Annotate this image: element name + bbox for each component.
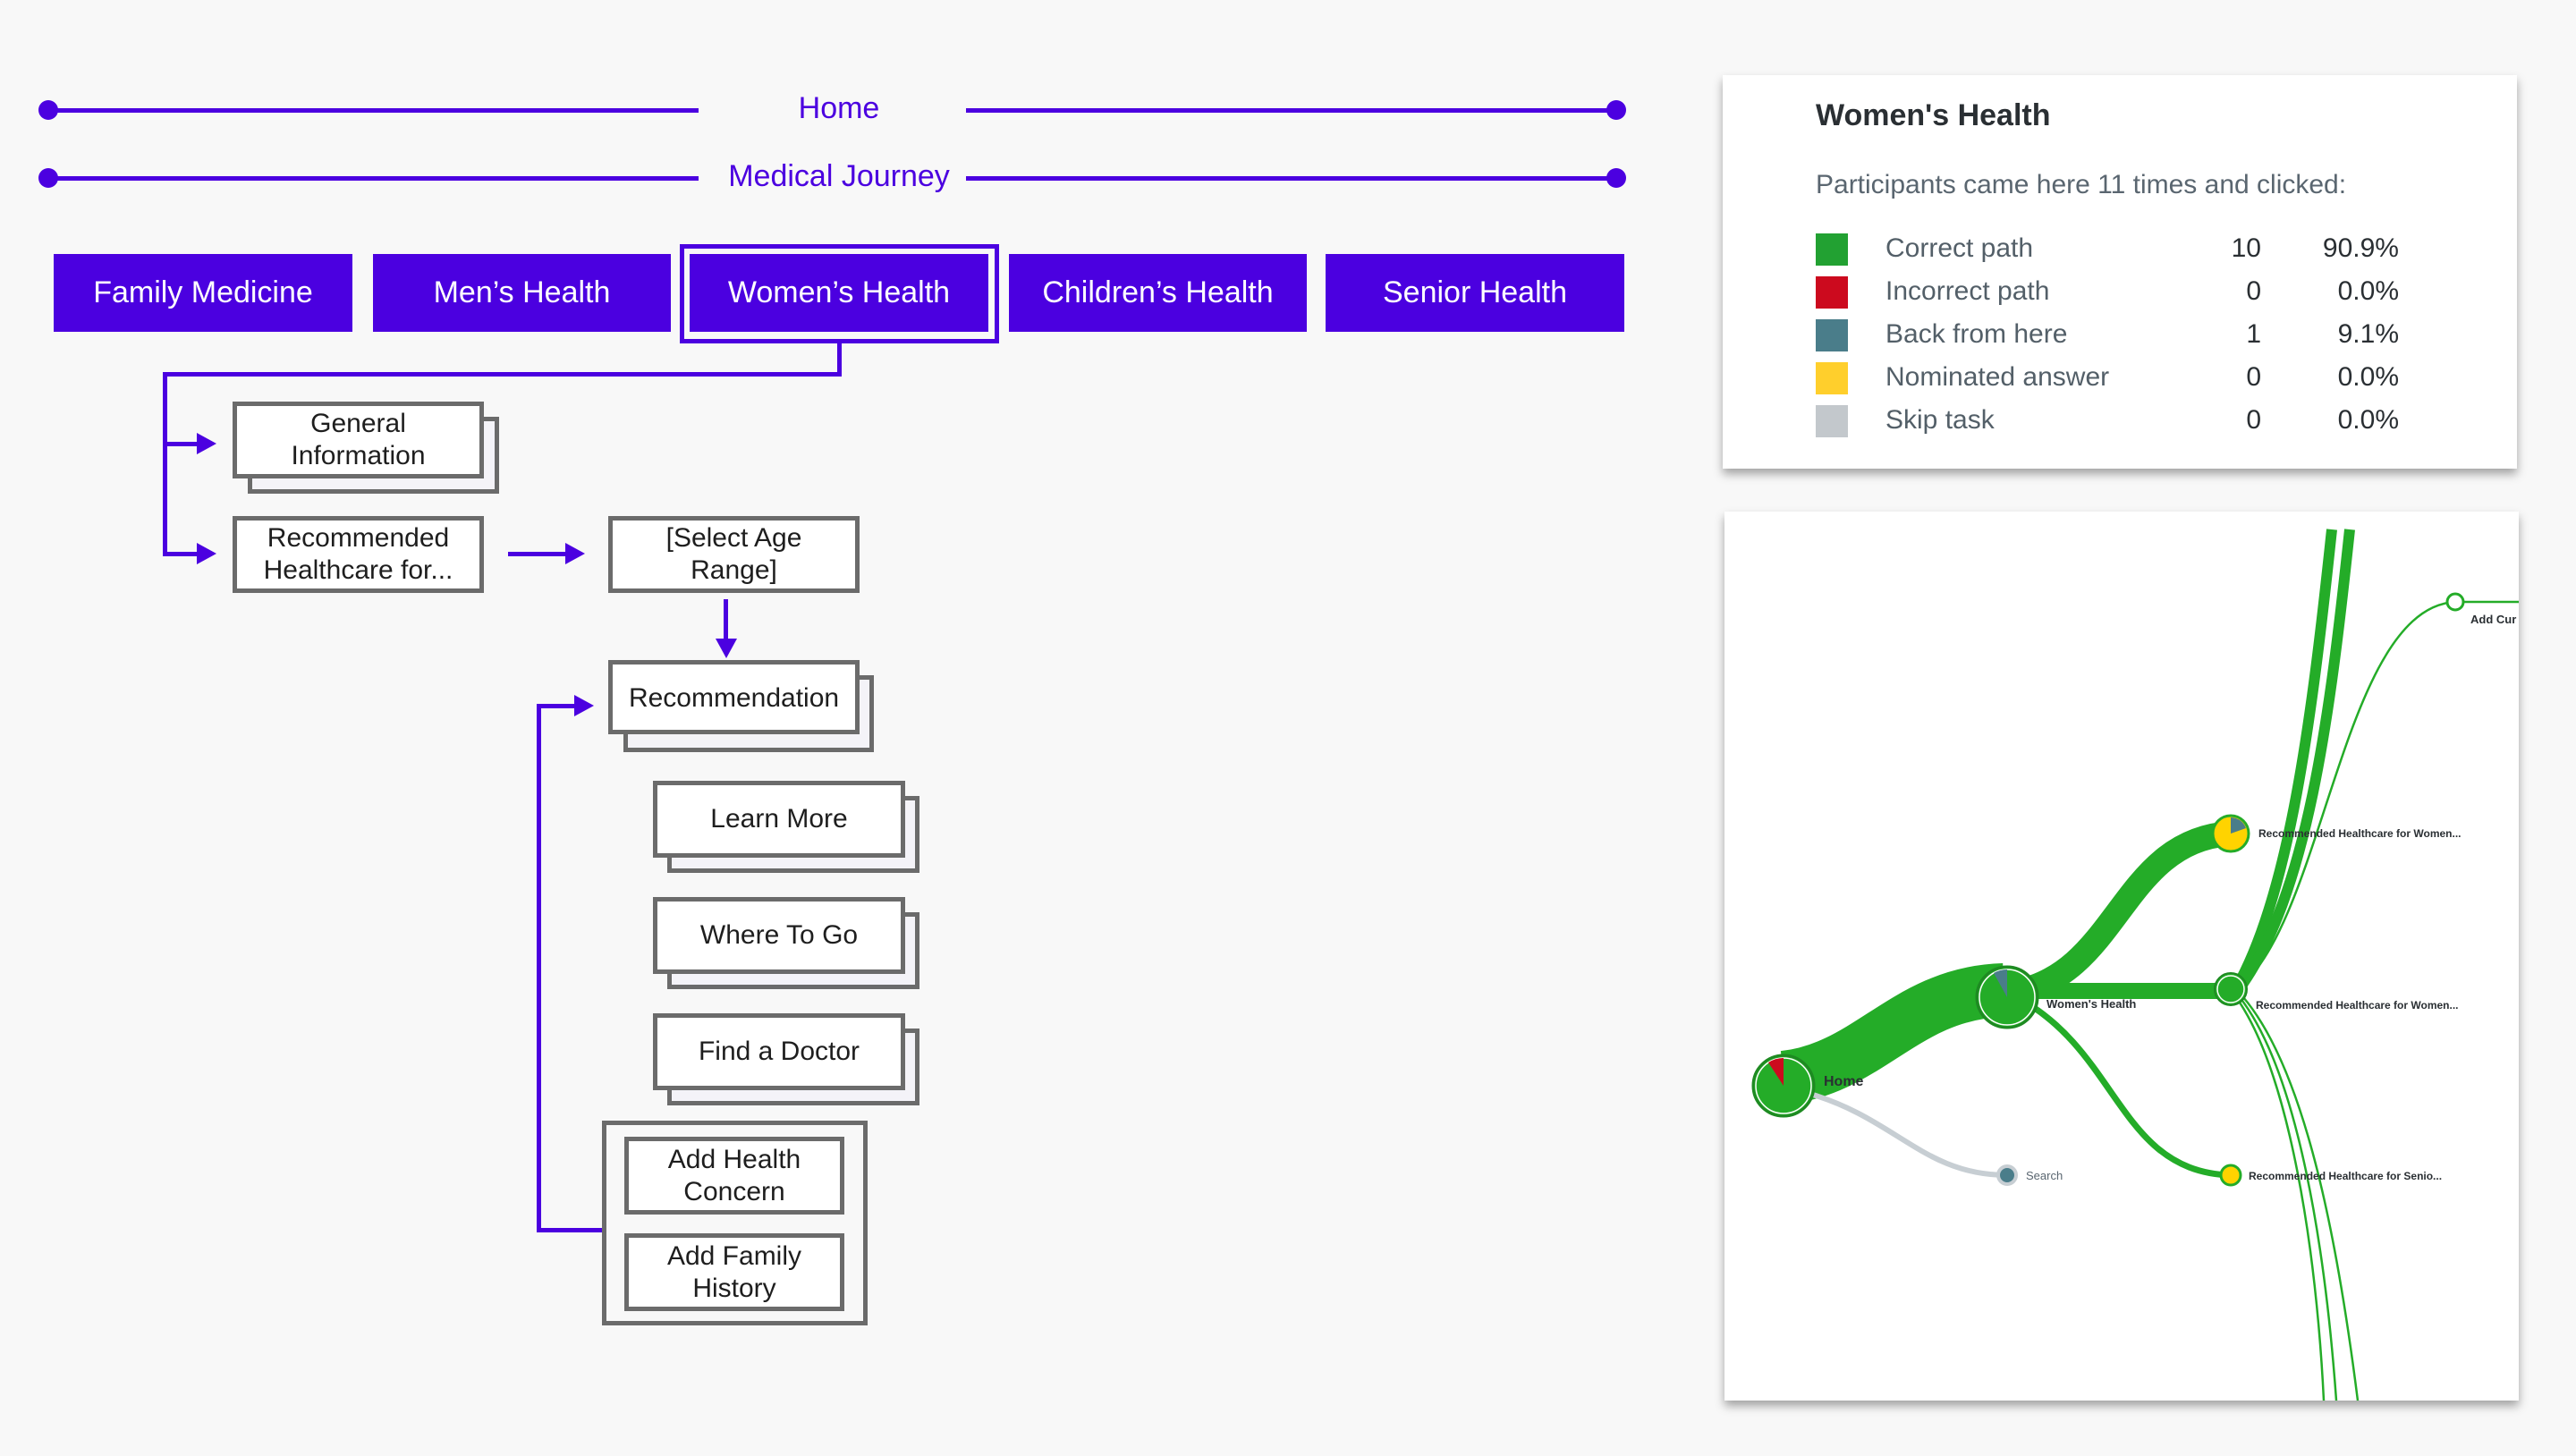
node-add-family-history[interactable]: Add Family History <box>624 1233 844 1311</box>
stats-card: Women's Health Participants came here 11… <box>1723 75 2517 469</box>
node-learn-more[interactable]: Learn More <box>653 781 905 858</box>
incorrect-swatch-icon <box>1816 276 1848 309</box>
back-swatch-icon <box>1816 319 1848 351</box>
stat-count: 10 <box>2231 233 2261 263</box>
stat-label: Back from here <box>1885 319 2068 349</box>
pietree-card: Add Cur Home Women's Health Search Recom… <box>1724 512 2519 1401</box>
connector <box>537 704 541 1232</box>
stat-row-nominated: Nominated answer 0 0.0% <box>1816 360 2442 396</box>
stat-label: Correct path <box>1885 233 2034 263</box>
stat-pct: 0.0% <box>2337 276 2399 306</box>
skip-swatch-icon <box>1816 405 1848 437</box>
connector <box>163 552 199 556</box>
nav-mens-health[interactable]: Men’s Health <box>373 254 671 332</box>
pietree-label-rec-senior: Recommended Healthcare for Senio... <box>2249 1170 2442 1182</box>
stats-title: Women's Health <box>1816 98 2051 132</box>
pietree-label-add-cur: Add Cur <box>2470 613 2516 626</box>
node-label: General Information <box>291 409 426 470</box>
correct-swatch-icon <box>1816 233 1848 266</box>
pietree-branch <box>2242 996 2360 1401</box>
stat-pct: 0.0% <box>2337 362 2399 392</box>
pietree-label-womens-health: Women's Health <box>2046 997 2136 1011</box>
pietree-diagram: Add Cur Home Women's Health Search Recom… <box>1751 529 2519 1401</box>
connector <box>163 372 842 377</box>
node-label: Where To Go <box>699 920 859 950</box>
node-add-health-concern[interactable]: Add Health Concern <box>624 1137 844 1215</box>
stat-pct: 90.9% <box>2322 233 2399 263</box>
arrow-icon <box>574 695 594 716</box>
node-recommended-healthcare[interactable]: Recommended Healthcare for... <box>233 516 484 593</box>
breadcrumb-end-dot <box>1606 168 1626 188</box>
nav-womens-health[interactable]: Women’s Health <box>690 254 988 332</box>
connector <box>508 552 567 556</box>
pietree-label-rec-women-1: Recommended Healthcare for Women... <box>2258 827 2462 840</box>
stat-row-skip: Skip task 0 0.0% <box>1816 403 2442 439</box>
stat-row-correct: Correct path 10 90.9% <box>1816 232 2442 267</box>
pietree-node-rec-women-2[interactable] <box>2214 972 2248 1006</box>
pietree-branch <box>1806 1090 2008 1178</box>
breadcrumb-line-left <box>47 108 699 113</box>
pietree-node-search[interactable] <box>1996 1164 2018 1186</box>
node-general-information[interactable]: General Information <box>233 402 484 478</box>
arrow-icon <box>197 543 216 564</box>
connector <box>724 599 728 640</box>
nav-childrens-health[interactable]: Children’s Health <box>1009 254 1307 332</box>
pietree-branch <box>2020 996 2232 1179</box>
stats-subtitle: Participants came here 11 times and clic… <box>1816 170 2347 199</box>
arrow-icon <box>716 639 737 658</box>
node-label: Find a Doctor <box>698 1037 860 1066</box>
pietree-branch <box>2235 529 2355 992</box>
stat-count: 0 <box>2246 405 2261 435</box>
node-label: Add Family History <box>666 1240 802 1303</box>
connector <box>163 442 199 446</box>
pietree-node-rec-senior[interactable] <box>2219 1164 2242 1187</box>
pietree-label-home: Home <box>1824 1074 1864 1089</box>
pietree-node-add-cur[interactable] <box>2445 592 2465 612</box>
connector <box>537 704 576 708</box>
node-label: Add Health Concern <box>667 1144 801 1206</box>
connector <box>163 372 167 556</box>
stat-row-back: Back from here 1 9.1% <box>1816 317 2442 353</box>
stat-label: Incorrect path <box>1885 276 2050 306</box>
breadcrumb-end-dot <box>1606 100 1626 120</box>
nominated-swatch-icon <box>1816 362 1848 394</box>
node-where-to-go[interactable]: Where To Go <box>653 897 905 974</box>
breadcrumb-medical-journey-label[interactable]: Medical Journey <box>705 159 973 194</box>
arrow-icon <box>565 543 585 564</box>
node-recommendation[interactable]: Recommendation <box>608 660 860 734</box>
stat-label: Skip task <box>1885 405 1995 435</box>
connector <box>537 1228 604 1232</box>
stat-count: 1 <box>2246 319 2261 349</box>
stat-pct: 9.1% <box>2337 319 2399 349</box>
pietree-label-search: Search <box>2026 1169 2063 1182</box>
breadcrumb-line-left <box>47 176 699 181</box>
stat-label: Nominated answer <box>1885 362 2110 392</box>
nav-senior-health[interactable]: Senior Health <box>1326 254 1624 332</box>
node-select-age-range[interactable]: [Select Age Range] <box>608 516 860 593</box>
stat-pct: 0.0% <box>2337 405 2399 435</box>
pietree-branch <box>1779 963 2005 1105</box>
node-find-a-doctor[interactable]: Find a Doctor <box>653 1013 905 1090</box>
pietree-branch <box>2010 821 2233 1005</box>
pietree-label-rec-women-2: Recommended Healthcare for Women... <box>2256 999 2459 1012</box>
node-label: Recommendation <box>628 683 840 713</box>
breadcrumb-line-right <box>966 108 1616 113</box>
breadcrumb-line-right <box>966 176 1616 181</box>
node-label: Recommended Healthcare for... <box>263 523 453 585</box>
nav-family-medicine[interactable]: Family Medicine <box>54 254 352 332</box>
node-label: [Select Age Range] <box>665 523 802 585</box>
arrow-icon <box>197 433 216 454</box>
stat-row-incorrect: Incorrect path 0 0.0% <box>1816 275 2442 310</box>
stat-count: 0 <box>2246 276 2261 306</box>
node-label: Learn More <box>710 804 848 834</box>
stat-count: 0 <box>2246 362 2261 392</box>
breadcrumb-home-label[interactable]: Home <box>705 91 973 126</box>
pietree-branch <box>2239 996 2338 1401</box>
